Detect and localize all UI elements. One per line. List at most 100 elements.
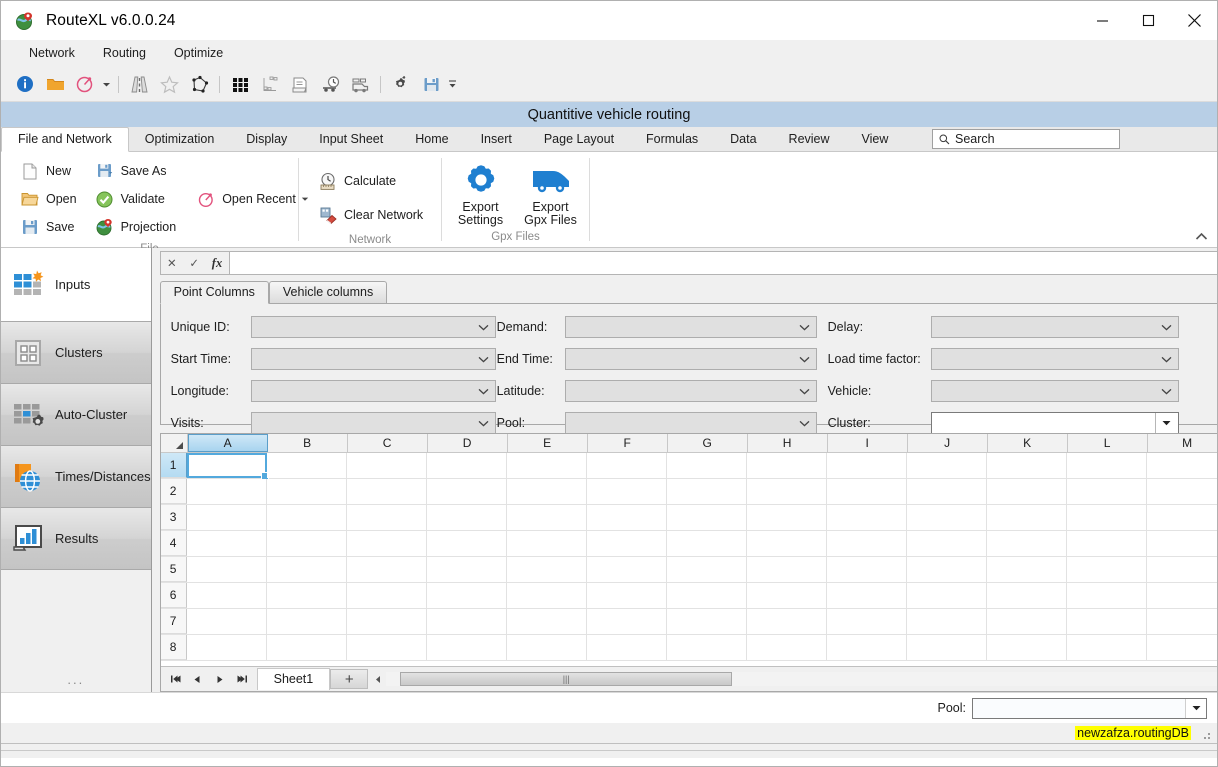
cell-e5[interactable]	[506, 557, 587, 582]
cell-k6[interactable]	[986, 583, 1067, 608]
tab-point-columns[interactable]: Point Columns	[159, 281, 269, 304]
cell-m7[interactable]	[1146, 609, 1217, 634]
overflow-caret-icon[interactable]	[446, 70, 459, 98]
triangle-down-icon[interactable]	[1185, 698, 1206, 718]
scroll-left-icon[interactable]	[370, 672, 386, 686]
cell-i3[interactable]	[826, 505, 907, 530]
save-button[interactable]: Save	[15, 213, 84, 241]
cell-b5[interactable]	[266, 557, 347, 582]
cell-d5[interactable]	[426, 557, 507, 582]
row-header-5[interactable]: 5	[160, 557, 187, 582]
cluster-nodes-icon[interactable]	[255, 70, 285, 98]
cell-i6[interactable]	[826, 583, 907, 608]
cell-g7[interactable]	[666, 609, 747, 634]
latitude-combobox[interactable]	[564, 380, 817, 402]
cell-i1[interactable]	[826, 453, 907, 478]
cell-m3[interactable]	[1146, 505, 1217, 530]
column-header-a[interactable]: A	[187, 434, 268, 452]
cell-h2[interactable]	[746, 479, 827, 504]
column-header-c[interactable]: C	[347, 434, 428, 452]
open-folder-icon[interactable]	[40, 70, 70, 98]
cell-k1[interactable]	[986, 453, 1067, 478]
compass-dropdown-caret-icon[interactable]	[100, 70, 113, 98]
cell-d7[interactable]	[426, 609, 507, 634]
grid-horizontal-scrollbar[interactable]: |||	[370, 671, 1217, 687]
column-header-k[interactable]: K	[987, 434, 1068, 452]
vehicle-combobox[interactable]	[930, 380, 1179, 402]
cell-e6[interactable]	[506, 583, 587, 608]
delay-combobox[interactable]	[930, 316, 1179, 338]
cell-j2[interactable]	[906, 479, 987, 504]
cell-c4[interactable]	[346, 531, 427, 556]
tab-vehicle-columns[interactable]: Vehicle columns	[268, 281, 388, 303]
cell-h3[interactable]	[746, 505, 827, 530]
cell-d8[interactable]	[426, 635, 507, 660]
column-header-g[interactable]: G	[667, 434, 748, 452]
cell-m1[interactable]	[1146, 453, 1217, 478]
cell-i2[interactable]	[826, 479, 907, 504]
cell-h6[interactable]	[746, 583, 827, 608]
ribbon-collapse-button[interactable]	[1193, 228, 1209, 244]
new-button[interactable]: New	[15, 157, 84, 185]
cell-b7[interactable]	[266, 609, 347, 634]
cell-b6[interactable]	[266, 583, 347, 608]
cell-k4[interactable]	[986, 531, 1067, 556]
first-sheet-icon[interactable]	[165, 669, 187, 689]
cell-g5[interactable]	[666, 557, 747, 582]
cell-a7[interactable]	[186, 609, 267, 634]
cell-g3[interactable]	[666, 505, 747, 530]
cell-h8[interactable]	[746, 635, 827, 660]
cell-g1[interactable]	[666, 453, 747, 478]
start-time-combobox[interactable]	[250, 348, 496, 370]
cell-b3[interactable]	[266, 505, 347, 530]
cell-e1[interactable]	[506, 453, 587, 478]
tab-review[interactable]: Review	[773, 128, 846, 151]
cell-l4[interactable]	[1066, 531, 1147, 556]
cell-k3[interactable]	[986, 505, 1067, 530]
cell-l7[interactable]	[1066, 609, 1147, 634]
cell-f2[interactable]	[586, 479, 667, 504]
pool-selector-combobox[interactable]	[972, 697, 1207, 719]
cell-c7[interactable]	[346, 609, 427, 634]
cell-l8[interactable]	[1066, 635, 1147, 660]
longitude-combobox[interactable]	[250, 380, 496, 402]
tab-optimization[interactable]: Optimization	[129, 128, 230, 151]
column-header-i[interactable]: I	[827, 434, 908, 452]
menu-network[interactable]: Network	[15, 43, 89, 63]
cell-j6[interactable]	[906, 583, 987, 608]
cell-e4[interactable]	[506, 531, 587, 556]
cell-c2[interactable]	[346, 479, 427, 504]
cell-e7[interactable]	[506, 609, 587, 634]
road-icon[interactable]	[124, 70, 154, 98]
navigation-overflow-dots[interactable]: ...	[1, 673, 151, 686]
cell-m6[interactable]	[1146, 583, 1217, 608]
last-sheet-icon[interactable]	[231, 669, 253, 689]
info-icon[interactable]	[10, 70, 40, 98]
cell-l6[interactable]	[1066, 583, 1147, 608]
cell-c1[interactable]	[346, 453, 427, 478]
cell-d4[interactable]	[426, 531, 507, 556]
cell-l5[interactable]	[1066, 557, 1147, 582]
cell-l1[interactable]	[1066, 453, 1147, 478]
tab-insert[interactable]: Insert	[465, 128, 528, 151]
cell-f1[interactable]	[586, 453, 667, 478]
insert-function-icon[interactable]: fx	[212, 256, 222, 271]
menu-optimize[interactable]: Optimize	[160, 43, 237, 63]
column-header-m[interactable]: M	[1147, 434, 1217, 452]
save-as-button[interactable]: Save As	[90, 157, 184, 185]
cell-h5[interactable]	[746, 557, 827, 582]
open-button[interactable]: Open	[15, 185, 84, 213]
cell-a3[interactable]	[186, 505, 267, 530]
cell-b1[interactable]	[266, 453, 347, 478]
cell-h1[interactable]	[746, 453, 827, 478]
column-header-l[interactable]: L	[1067, 434, 1148, 452]
cell-j4[interactable]	[906, 531, 987, 556]
cell-d1[interactable]	[426, 453, 507, 478]
cluster-combobox[interactable]	[930, 412, 1179, 434]
cell-i4[interactable]	[826, 531, 907, 556]
cell-m8[interactable]	[1146, 635, 1217, 660]
cell-g8[interactable]	[666, 635, 747, 660]
cell-h7[interactable]	[746, 609, 827, 634]
visits-combobox[interactable]	[250, 412, 496, 434]
cell-a2[interactable]	[186, 479, 267, 504]
